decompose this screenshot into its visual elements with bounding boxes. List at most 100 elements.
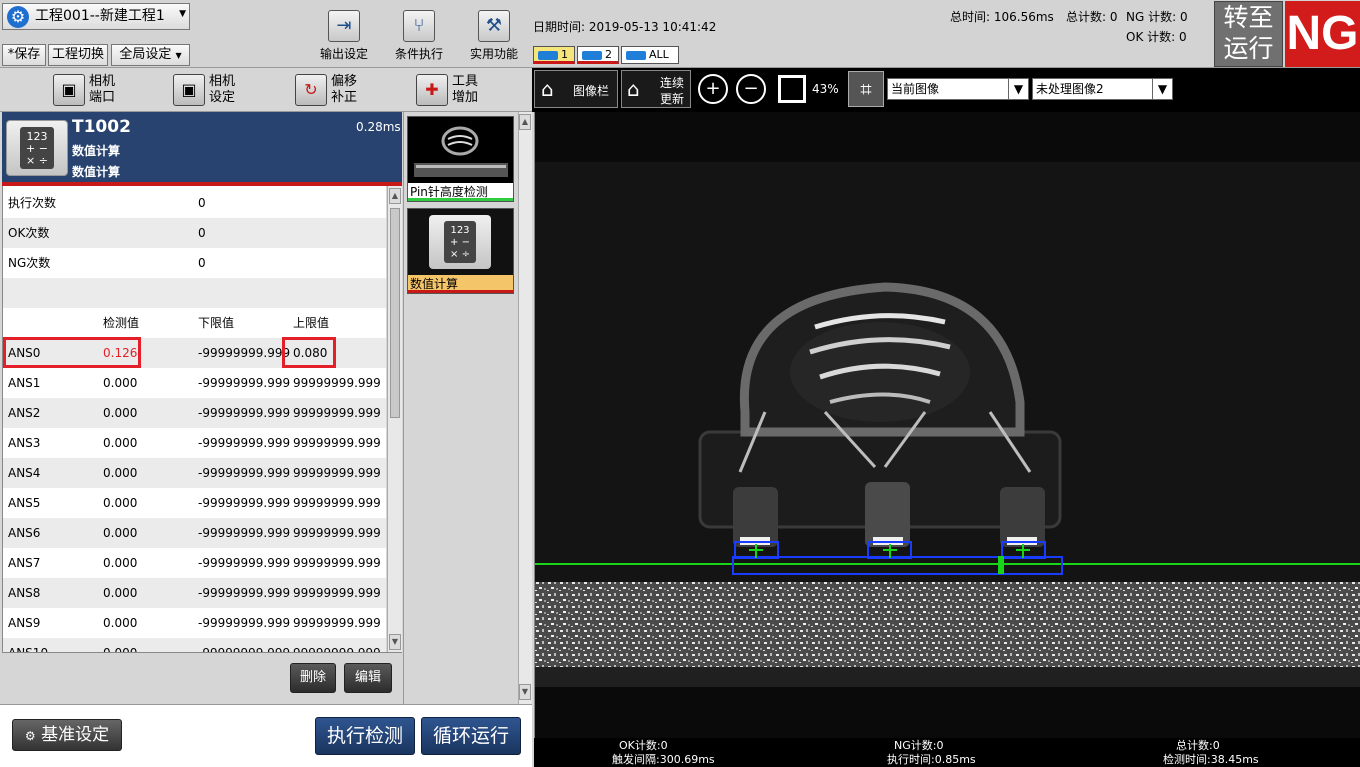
row-name: ANS6 <box>8 526 41 540</box>
status-label: NG计数: <box>894 739 937 752</box>
utility-label: 实用功能 <box>469 47 518 61</box>
row-value: 0.000 <box>103 496 138 510</box>
row-lower: -99999999.999 <box>198 376 291 390</box>
status-value: 0.85ms <box>934 753 976 766</box>
row-name: ANS3 <box>8 436 41 450</box>
current-image-select[interactable]: 当前图像 ▼ <box>887 78 1029 100</box>
row-lower: -99999999.999 <box>198 526 291 540</box>
output-settings-button[interactable]: ⇥ 输出设定 <box>314 2 374 64</box>
zoom-in-icon[interactable]: + <box>698 74 728 104</box>
scroll-up-icon[interactable]: ▲ <box>389 188 401 204</box>
switch-line-1: 转至 <box>1223 3 1274 32</box>
status-value: 300.69ms <box>659 753 715 766</box>
stat-row: NG次数 0 <box>3 248 386 278</box>
zoom-out-icon[interactable]: − <box>736 74 766 104</box>
camera-port-button[interactable]: ▣ 相机 端口 <box>53 71 143 109</box>
table-row[interactable]: ANS7 0.000 -99999999.999 99999999.999 <box>3 548 386 578</box>
switch-to-run-button[interactable]: 转至 运行 <box>1214 1 1283 67</box>
table-row[interactable]: ANS5 0.000 -99999999.999 99999999.999 <box>3 488 386 518</box>
datetime-value: 2019-05-13 10:41:42 <box>588 20 717 34</box>
ok-count-value: 0 <box>1179 30 1187 44</box>
row-value: 0.000 <box>103 436 138 450</box>
thumbnail-pin-height[interactable]: Pin针高度检测 <box>407 116 514 202</box>
row-lower: -99999999.999 <box>198 616 291 630</box>
chevron-down-icon: ▼ <box>1152 79 1172 99</box>
tool-thumbnail-list: Pin针高度检测 123 + − × ÷ 数值计算 <box>403 112 518 704</box>
cont-label-1: 连续 <box>660 76 685 90</box>
row-name: ANS4 <box>8 466 41 480</box>
delete-button[interactable]: 删除 <box>290 663 336 693</box>
status-value: 0 <box>936 739 944 752</box>
tool-name: 数值计算 <box>72 144 121 158</box>
row-name: ANS8 <box>8 586 41 600</box>
camera-tab-label: ALL <box>649 48 669 61</box>
datetime-display: 日期时间: 2019-05-13 10:41:42 <box>533 18 716 35</box>
row-value: 0.000 <box>103 526 138 540</box>
add-tool-button[interactable]: ✚ 工具 增加 <box>416 71 506 109</box>
camera-image-view[interactable] <box>534 112 1360 738</box>
thumbnail-calc[interactable]: 123 + − × ÷ 数值计算 <box>407 208 514 294</box>
table-row[interactable]: ANS8 0.000 -99999999.999 99999999.999 <box>3 578 386 608</box>
table-header: 检测值 下限值 上限值 <box>3 308 386 338</box>
camera-settings-icon: ▣ <box>173 74 205 106</box>
fit-screen-icon[interactable] <box>778 75 806 103</box>
image-bar-button[interactable]: ⌂ 图像栏 <box>534 70 618 108</box>
camera-refresh-icon: ⌂ <box>627 77 640 101</box>
datetime-label: 日期时间: <box>533 20 586 34</box>
table-footer: 删除 编辑 <box>2 652 402 704</box>
table-scrollbar[interactable]: ▲ ▼ <box>387 186 402 652</box>
edit-button[interactable]: 编辑 <box>344 663 392 693</box>
row-name: ANS9 <box>8 616 41 630</box>
camera-tab-2[interactable]: 2 <box>577 46 619 64</box>
camera-tab-all[interactable]: ALL <box>621 46 679 64</box>
row-lower: -99999999.999 <box>198 346 291 360</box>
global-settings-button[interactable]: 全局设定 ▼ <box>111 44 190 66</box>
tool-label-2: 端口 <box>89 90 116 105</box>
project-switch-button[interactable]: 工程切换 <box>48 44 108 66</box>
base-settings-button[interactable]: ⚙ 基准设定 <box>12 719 122 751</box>
status-label: OK计数: <box>619 739 661 752</box>
table-row[interactable]: ANS9 0.000 -99999999.999 99999999.999 <box>3 608 386 638</box>
save-button[interactable]: *保存 <box>2 44 46 66</box>
scroll-down-icon[interactable]: ▼ <box>389 634 401 650</box>
camera-tab-1[interactable]: 1 <box>533 46 575 64</box>
table-row[interactable]: ANS10 0.000 -99999999.99999999999.999 <box>3 638 386 652</box>
execute-detection-button[interactable]: 执行检测 <box>315 717 415 755</box>
detect-time-status: 检测时间:38.45ms <box>1163 753 1259 767</box>
image-toolbar: ⌂ 图像栏 ⌂ 连续 更新 + − 43% ⌗ 当前图像 ▼ 未处理图像2 ▼ <box>532 68 1360 112</box>
row-name: ANS10 <box>8 638 48 652</box>
table-row[interactable]: ANS4 0.000 -99999999.999 99999999.999 <box>3 458 386 488</box>
select-value: 未处理图像2 <box>1036 82 1104 96</box>
loop-run-button[interactable]: 循环运行 <box>421 717 521 755</box>
status-value: 38.45ms <box>1210 753 1259 766</box>
scrollbar-thumb[interactable] <box>390 208 400 418</box>
project-title: 工程001--新建工程1 <box>35 8 165 24</box>
condition-exec-button[interactable]: ⑂ 条件执行 <box>389 2 449 64</box>
continuous-update-button[interactable]: ⌂ 连续 更新 <box>621 70 691 108</box>
table-row[interactable]: ANS2 0.000 -99999999.999 99999999.999 <box>3 398 386 428</box>
table-row[interactable]: ANS6 0.000 -99999999.999 99999999.999 <box>3 518 386 548</box>
table-row[interactable]: ANS3 0.000 -99999999.999 99999999.999 <box>3 428 386 458</box>
camera-settings-button[interactable]: ▣ 相机 设定 <box>173 71 263 109</box>
tool-header: 123 + − × ÷ T1002 数值计算 数值计算 0.28ms <box>2 112 402 182</box>
tool-label-2: 增加 <box>452 90 479 105</box>
stat-label: NG次数 <box>8 256 51 270</box>
row-upper: 99999999.999 <box>293 526 381 540</box>
thumbnail-scrollbar[interactable]: ▲ ▼ <box>518 112 532 704</box>
offset-correction-button[interactable]: ↻ 偏移 补正 <box>295 71 385 109</box>
tool-subname: 数值计算 <box>72 165 121 179</box>
tool-label-2: 设定 <box>209 90 236 105</box>
project-selector[interactable]: ⚙ 工程001--新建工程1 ▼ <box>2 3 190 30</box>
row-value: 0.000 <box>103 406 138 420</box>
scroll-up-icon[interactable]: ▲ <box>519 114 531 130</box>
row-lower: -99999999.999 <box>198 638 290 652</box>
table-row[interactable]: ANS1 0.000 -99999999.999 99999999.999 <box>3 368 386 398</box>
cont-label-2: 更新 <box>660 92 685 106</box>
unprocessed-image-select[interactable]: 未处理图像2 ▼ <box>1032 78 1173 100</box>
region-select-icon[interactable]: ⌗ <box>848 71 884 107</box>
utility-button[interactable]: ⚒ 实用功能 <box>464 2 524 64</box>
ng-count-display: NG 计数: 0 <box>1126 8 1188 25</box>
row-upper: 99999999.999 <box>293 638 381 652</box>
trigger-interval-status: 触发间隔:300.69ms <box>612 753 715 767</box>
scroll-down-icon[interactable]: ▼ <box>519 684 531 700</box>
